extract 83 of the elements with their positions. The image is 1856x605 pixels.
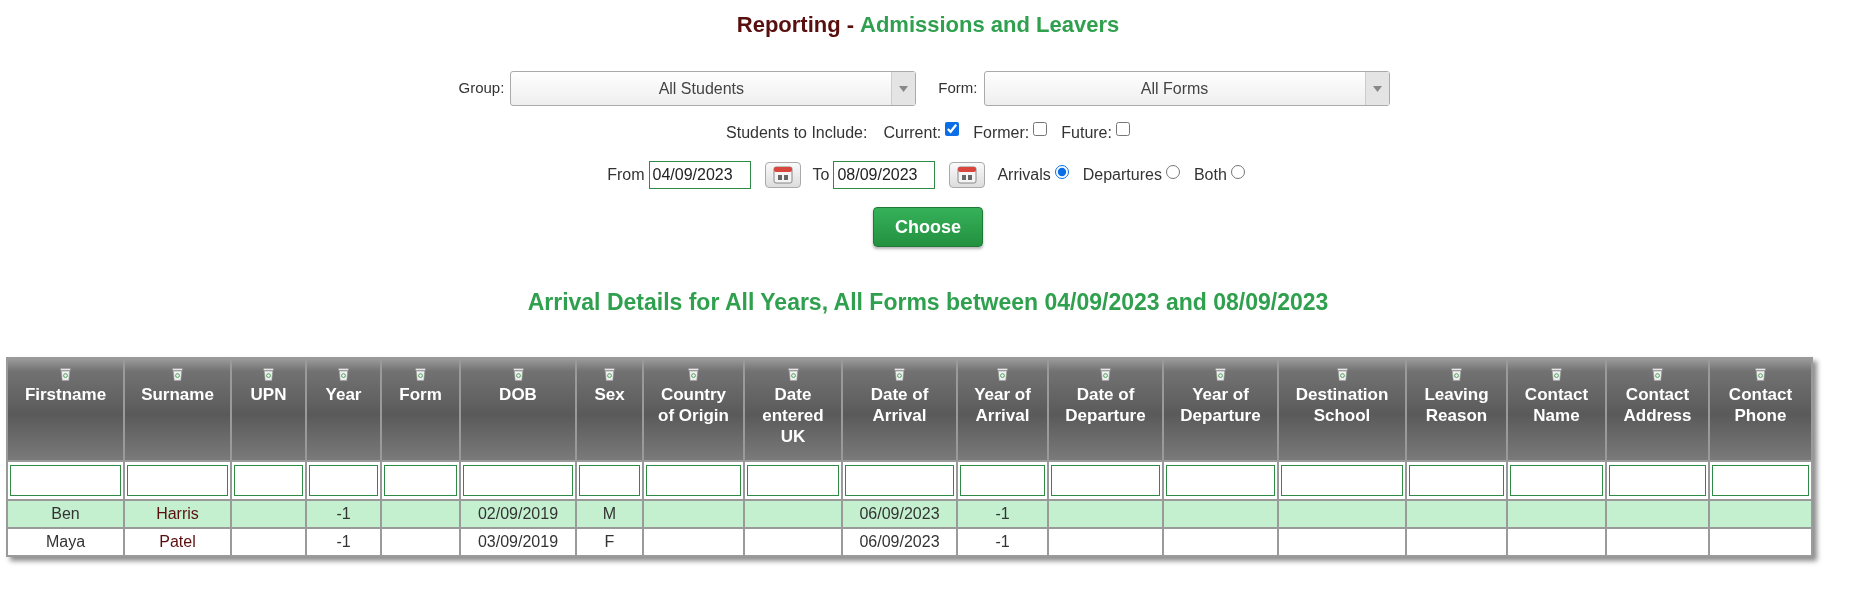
table-cell: -1	[995, 532, 1010, 550]
bin-icon[interactable]	[263, 367, 274, 381]
radio-label: Departures	[1082, 165, 1162, 185]
bin-icon[interactable]	[604, 367, 615, 381]
filter-field[interactable]	[463, 464, 573, 496]
filter-field[interactable]	[1166, 464, 1275, 496]
date-label: From	[607, 165, 645, 185]
radio-label: Both	[1193, 165, 1227, 185]
bin-icon[interactable]	[688, 367, 699, 381]
calendar-icon	[957, 166, 978, 184]
table-cell: Harris	[156, 504, 199, 522]
include-label: Students to Include:	[726, 123, 868, 143]
checkbox[interactable]	[1115, 122, 1130, 136]
checkbox-label: Current:	[883, 123, 942, 143]
filter-field[interactable]	[747, 464, 839, 496]
bin-icon[interactable]	[787, 367, 799, 381]
title-separator: -	[846, 11, 854, 39]
filter-field[interactable]	[127, 464, 228, 496]
dropdown[interactable]: All Students	[510, 71, 917, 106]
radio-button[interactable]	[1054, 165, 1069, 179]
calendar-button[interactable]	[949, 162, 986, 188]
filter-field[interactable]	[1051, 464, 1160, 496]
filter-field[interactable]	[1409, 464, 1504, 496]
table-cell: -1	[336, 504, 351, 522]
bin-icon[interactable]	[1336, 367, 1348, 381]
filter-field[interactable]	[309, 464, 378, 496]
table-cell: -1	[995, 504, 1010, 522]
page-section: Reporting	[736, 8, 841, 41]
filter-field[interactable]	[845, 464, 954, 496]
checkbox-label: Former:	[973, 123, 1030, 143]
table-cell: -1	[336, 532, 351, 550]
bin-icon[interactable]	[1551, 367, 1562, 381]
caret-icon	[899, 85, 909, 92]
table-row[interactable]: Ben Harris -1 02/09/2019 M 06/09/2023 -1	[7, 499, 1812, 528]
checkbox[interactable]	[945, 122, 960, 136]
table-cell: 03/09/2019	[477, 532, 559, 550]
bin-icon[interactable]	[1451, 367, 1462, 381]
bin-icon[interactable]	[1755, 367, 1766, 381]
bin-icon[interactable]	[1100, 367, 1111, 381]
table-cell: Patel	[159, 532, 196, 550]
calendar-button[interactable]	[764, 162, 801, 188]
date-field[interactable]: 08/09/2023	[833, 161, 936, 189]
radio-button[interactable]	[1165, 165, 1180, 179]
bin-icon[interactable]	[1215, 367, 1226, 381]
bin-icon[interactable]	[894, 367, 905, 381]
page-title: Admissions and Leavers	[860, 11, 1120, 39]
bin-icon[interactable]	[512, 367, 524, 381]
date-field[interactable]: 04/09/2023	[648, 161, 751, 189]
date-label: To	[812, 165, 830, 185]
report-heading: Arrival Details for All Years, All Forms between 04/09/2023 and 08/09/2023	[527, 288, 1329, 317]
filter-field[interactable]	[384, 464, 457, 496]
checkbox[interactable]	[1033, 122, 1048, 136]
table-cell: Maya	[45, 532, 86, 550]
table-cell: 06/09/2023	[859, 504, 940, 522]
bin-icon[interactable]	[997, 367, 1008, 381]
select-label: Group:	[458, 78, 505, 99]
select-label: Form:	[938, 78, 978, 99]
table-cell: F	[604, 532, 615, 550]
filter-field[interactable]	[579, 464, 640, 496]
checkbox-label: Future:	[1061, 123, 1112, 143]
table-row[interactable]: Maya Patel -1 03/09/2019 F 06/09/2023 -1	[7, 527, 1812, 556]
filter-field[interactable]	[234, 464, 303, 496]
filter-field[interactable]	[1609, 464, 1706, 496]
bin-icon[interactable]	[338, 367, 349, 381]
filter-field[interactable]	[960, 464, 1045, 496]
filter-field[interactable]	[1712, 464, 1809, 496]
dropdown[interactable]: All Forms	[983, 71, 1390, 106]
calendar-icon	[772, 166, 793, 184]
bin-icon[interactable]	[415, 367, 426, 381]
filter-field[interactable]	[646, 464, 741, 496]
table-cell: M	[602, 504, 617, 522]
table-cell: Ben	[51, 504, 80, 522]
filter-field[interactable]	[1281, 464, 1403, 496]
table-cell: 02/09/2019	[477, 504, 559, 522]
radio-button[interactable]	[1230, 165, 1245, 179]
table-cell: 06/09/2023	[859, 532, 940, 550]
bin-icon[interactable]	[60, 367, 71, 381]
bin-icon[interactable]	[172, 367, 183, 381]
filter-field[interactable]	[10, 464, 121, 496]
caret-icon	[1372, 85, 1382, 92]
filter-field[interactable]	[1510, 464, 1603, 496]
radio-label: Arrivals	[997, 165, 1051, 185]
bin-icon[interactable]	[1652, 367, 1663, 381]
